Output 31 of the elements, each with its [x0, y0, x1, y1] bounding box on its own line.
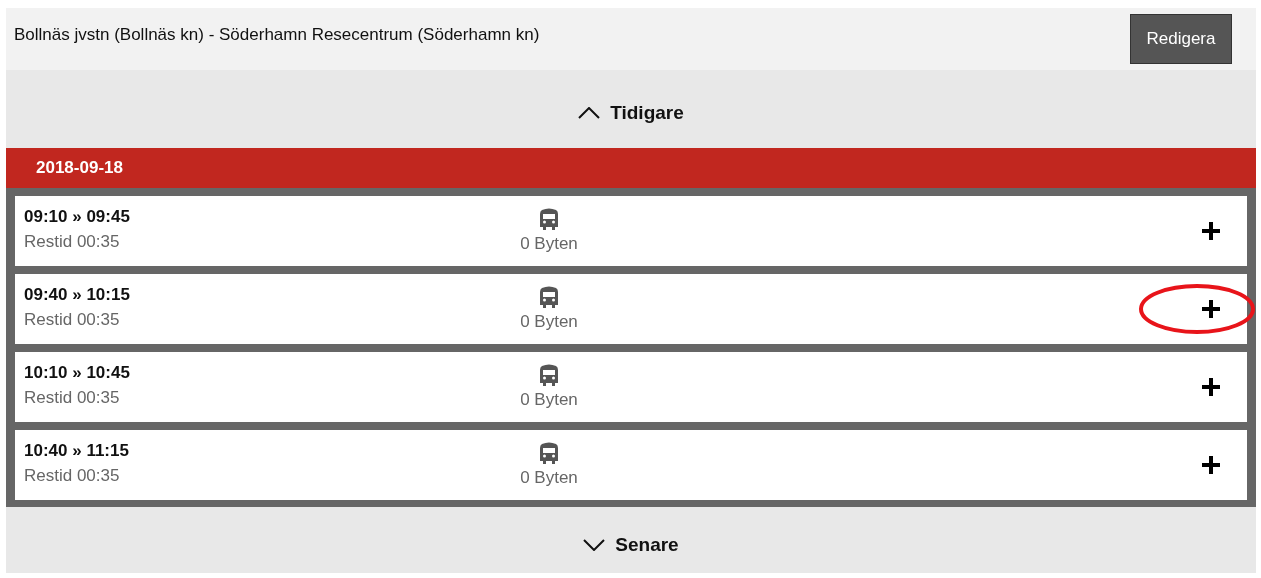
chevron-up-icon	[578, 106, 601, 119]
trip-times: 09:40 » 10:15	[24, 284, 131, 305]
trip-row[interactable]: 09:10 » 09:45 Restid 00:35 0 Byten	[15, 196, 1247, 266]
changes-count: 0 Byten	[520, 390, 578, 410]
changes-count: 0 Byten	[520, 234, 578, 254]
bus-icon	[538, 364, 560, 388]
bus-icon	[538, 286, 560, 310]
bus-icon	[538, 442, 560, 466]
trip-times: 09:10 » 09:45	[24, 206, 131, 227]
changes-count: 0 Byten	[520, 468, 578, 488]
trip-times: 10:40 » 11:15	[24, 440, 130, 461]
date-text: 2018-09-18	[36, 158, 123, 178]
changes-count: 0 Byten	[520, 312, 578, 332]
travel-time: Restid 00:35	[24, 465, 121, 486]
bus-icon	[538, 208, 560, 232]
edit-button[interactable]: Redigera	[1130, 14, 1232, 64]
route-title: Bollnäs jvstn (Bollnäs kn) - Söderhamn Resecentrum (Söderhamn kn)	[14, 25, 540, 45]
later-button[interactable]: Senare	[6, 507, 1256, 573]
trip-row[interactable]: 10:40 » 11:15 Restid 00:35 0 Byten	[15, 430, 1247, 500]
travel-time: Restid 00:35	[24, 309, 121, 330]
travel-time: Restid 00:35	[24, 231, 121, 252]
trip-row[interactable]: 09:40 » 10:15 Restid 00:35 0 Byten	[15, 274, 1247, 344]
chevron-down-icon	[583, 538, 606, 551]
earlier-button[interactable]: Tidigare	[6, 70, 1256, 148]
trip-times: 10:10 » 10:45	[24, 362, 131, 383]
plus-icon[interactable]	[1201, 377, 1221, 397]
plus-icon[interactable]	[1201, 299, 1221, 319]
plus-icon[interactable]	[1201, 455, 1221, 475]
travel-time: Restid 00:35	[24, 387, 121, 408]
trip-row[interactable]: 10:10 » 10:45 Restid 00:35 0 Byten	[15, 352, 1247, 422]
plus-icon[interactable]	[1201, 221, 1221, 241]
